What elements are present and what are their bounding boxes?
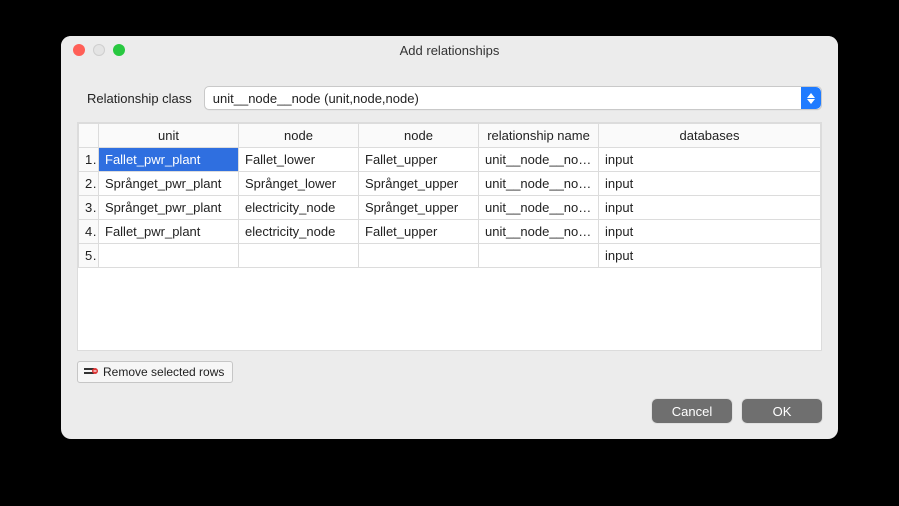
remove-rows-icon xyxy=(84,367,98,377)
cell-node2[interactable]: Fallet_upper xyxy=(359,220,479,244)
table-row[interactable]: 3Språnget_pwr_plantelectricity_nodeSprån… xyxy=(79,196,821,220)
window-controls xyxy=(61,44,125,56)
cell-node2[interactable] xyxy=(359,244,479,268)
table-header-row: unit node node relationship name databas… xyxy=(79,124,821,148)
cell-unit[interactable]: Fallet_pwr_plant xyxy=(99,220,239,244)
table-actions: Remove selected rows xyxy=(77,361,822,383)
dialog-footer: Cancel OK xyxy=(77,399,822,423)
cell-unit[interactable]: Språnget_pwr_plant xyxy=(99,196,239,220)
cell-databases[interactable]: input xyxy=(599,172,821,196)
remove-selected-rows-label: Remove selected rows xyxy=(103,365,224,379)
cell-relationship-name[interactable]: unit__node__nod… xyxy=(479,220,599,244)
table-row[interactable]: 2Språnget_pwr_plantSprånget_lowerSprånge… xyxy=(79,172,821,196)
cancel-button[interactable]: Cancel xyxy=(652,399,732,423)
cell-relationship-name[interactable]: unit__node__nod… xyxy=(479,196,599,220)
col-header-unit[interactable]: unit xyxy=(99,124,239,148)
zoom-icon[interactable] xyxy=(113,44,125,56)
relationship-class-value: unit__node__node (unit,node,node) xyxy=(213,91,419,106)
close-icon[interactable] xyxy=(73,44,85,56)
ok-label: OK xyxy=(773,404,792,419)
cell-databases[interactable]: input xyxy=(599,244,821,268)
titlebar[interactable]: Add relationships xyxy=(61,36,838,64)
ok-button[interactable]: OK xyxy=(742,399,822,423)
cell-unit[interactable] xyxy=(99,244,239,268)
relationships-table[interactable]: unit node node relationship name databas… xyxy=(77,122,822,351)
cell-node2[interactable]: Fallet_upper xyxy=(359,148,479,172)
col-header-rel[interactable]: relationship name xyxy=(479,124,599,148)
table-corner xyxy=(79,124,99,148)
relationship-class-combo[interactable]: unit__node__node (unit,node,node) xyxy=(204,86,822,110)
table-row[interactable]: 4Fallet_pwr_plantelectricity_nodeFallet_… xyxy=(79,220,821,244)
relationship-class-label: Relationship class xyxy=(77,91,192,106)
row-number[interactable]: 4 xyxy=(79,220,99,244)
cell-node1[interactable]: Språnget_lower xyxy=(239,172,359,196)
table-row[interactable]: 5 input xyxy=(79,244,821,268)
table-empty-space xyxy=(78,268,821,328)
cell-databases[interactable]: input xyxy=(599,220,821,244)
window-title: Add relationships xyxy=(61,43,838,58)
table-row[interactable]: 1Fallet_pwr_plantFallet_lowerFallet_uppe… xyxy=(79,148,821,172)
content-area: Relationship class unit__node__node (uni… xyxy=(61,64,838,439)
chevron-up-down-icon xyxy=(801,87,821,109)
row-number[interactable]: 2 xyxy=(79,172,99,196)
cell-relationship-name[interactable]: unit__node__nod… xyxy=(479,148,599,172)
remove-selected-rows-button[interactable]: Remove selected rows xyxy=(77,361,233,383)
cell-unit[interactable]: Språnget_pwr_plant xyxy=(99,172,239,196)
minimize-icon xyxy=(93,44,105,56)
dialog-window: Add relationships Relationship class uni… xyxy=(61,36,838,439)
cell-databases[interactable]: input xyxy=(599,148,821,172)
col-header-node2[interactable]: node xyxy=(359,124,479,148)
col-header-node1[interactable]: node xyxy=(239,124,359,148)
cell-relationship-name[interactable] xyxy=(479,244,599,268)
cell-unit[interactable]: Fallet_pwr_plant xyxy=(99,148,239,172)
cell-node2[interactable]: Språnget_upper xyxy=(359,172,479,196)
cell-node2[interactable]: Språnget_upper xyxy=(359,196,479,220)
relationship-class-row: Relationship class unit__node__node (uni… xyxy=(77,86,822,110)
row-number[interactable]: 3 xyxy=(79,196,99,220)
cell-node1[interactable]: Fallet_lower xyxy=(239,148,359,172)
cell-node1[interactable] xyxy=(239,244,359,268)
cancel-label: Cancel xyxy=(672,404,712,419)
row-number[interactable]: 1 xyxy=(79,148,99,172)
cell-node1[interactable]: electricity_node xyxy=(239,196,359,220)
cell-databases[interactable]: input xyxy=(599,196,821,220)
col-header-db[interactable]: databases xyxy=(599,124,821,148)
row-number[interactable]: 5 xyxy=(79,244,99,268)
cell-node1[interactable]: electricity_node xyxy=(239,220,359,244)
cell-relationship-name[interactable]: unit__node__nod… xyxy=(479,172,599,196)
